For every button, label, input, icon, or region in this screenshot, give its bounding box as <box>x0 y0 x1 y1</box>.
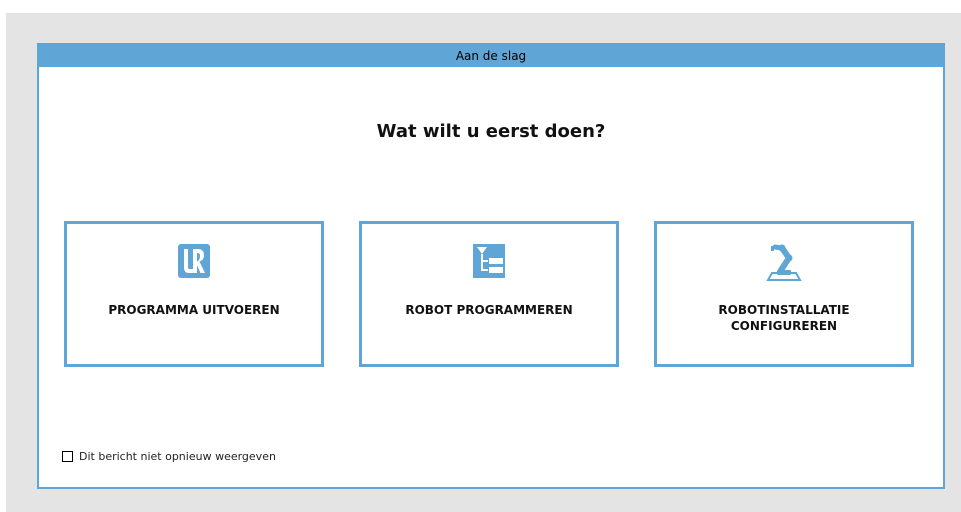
configure-installation-button[interactable]: ROBOTINSTALLATIE CONFIGUREREN <box>654 221 914 367</box>
program-tree-icon <box>362 240 616 284</box>
run-program-label: PROGRAMMA UITVOEREN <box>108 303 280 317</box>
dont-show-again-label: Dit bericht niet opnieuw weergeven <box>79 450 276 463</box>
run-program-button[interactable]: PROGRAMMA UITVOEREN <box>64 221 324 367</box>
ur-logo-icon <box>67 240 321 284</box>
dialog-title: Aan de slag <box>39 45 943 67</box>
program-robot-button[interactable]: ROBOT PROGRAMMEREN <box>359 221 619 367</box>
dialog-heading: Wat wilt u eerst doen? <box>376 121 606 142</box>
program-robot-label: ROBOT PROGRAMMEREN <box>405 303 573 317</box>
getting-started-dialog: Aan de slag Wat wilt u eerst doen? PROGR… <box>37 43 945 489</box>
dont-show-again-checkbox[interactable] <box>62 451 73 462</box>
dont-show-again-option[interactable]: Dit bericht niet opnieuw weergeven <box>62 450 276 463</box>
robot-arm-icon <box>657 240 911 284</box>
configure-installation-label: ROBOTINSTALLATIE CONFIGUREREN <box>718 303 850 333</box>
